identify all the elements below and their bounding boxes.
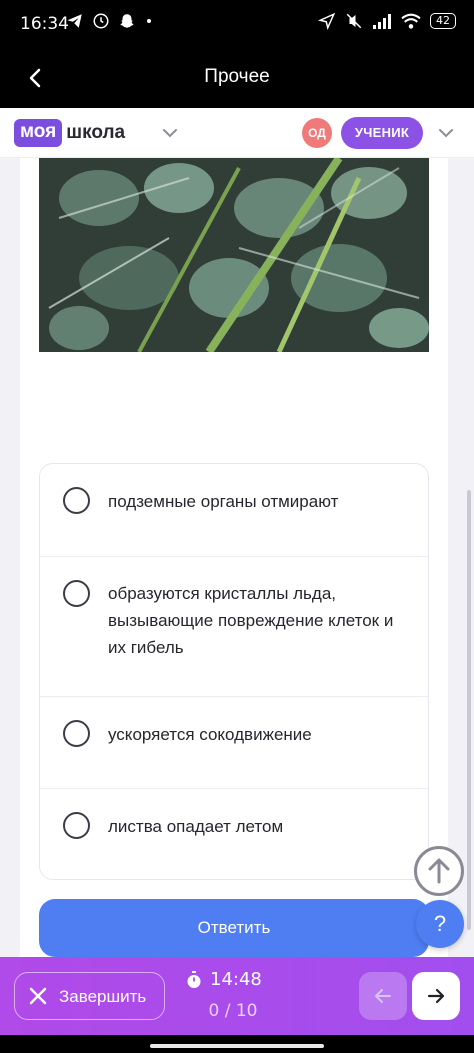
dot-icon bbox=[147, 19, 151, 23]
arrow-right-icon bbox=[427, 988, 445, 1004]
bottom-bar: Завершить 14:48 0 / 10 bbox=[0, 957, 474, 1035]
wifi-icon bbox=[401, 13, 421, 29]
help-button[interactable]: ? bbox=[416, 900, 464, 948]
battery-icon: 42 bbox=[430, 13, 456, 29]
finish-label: Завершить bbox=[59, 987, 147, 1006]
frost-clover-photo bbox=[39, 158, 429, 352]
site-logo[interactable]: моя школа bbox=[14, 119, 125, 147]
mute-icon bbox=[346, 13, 362, 29]
avatar[interactable]: ОД bbox=[302, 118, 332, 148]
previous-question-button[interactable] bbox=[359, 972, 407, 1020]
answer-label: образуются кристаллы льда, вызывающие по… bbox=[108, 584, 394, 657]
close-icon bbox=[29, 987, 47, 1005]
status-time: 16:34 bbox=[20, 14, 69, 34]
radio-button[interactable] bbox=[63, 812, 90, 839]
system-nav-bar bbox=[0, 1035, 474, 1053]
answer-option[interactable]: образуются кристаллы льда, вызывающие по… bbox=[40, 556, 428, 696]
answer-label: ускоряется сокодвижение bbox=[108, 725, 312, 744]
whatsapp-icon bbox=[93, 13, 109, 29]
finish-button[interactable]: Завершить bbox=[14, 972, 165, 1020]
system-icons: 42 bbox=[318, 12, 456, 30]
next-question-button[interactable] bbox=[412, 972, 460, 1020]
submit-answer-button[interactable]: Ответить bbox=[39, 899, 429, 957]
chevron-down-icon[interactable] bbox=[161, 124, 179, 142]
status-bar: 16:34 42 bbox=[0, 0, 474, 48]
answer-label: подземные органы отмирают bbox=[108, 492, 339, 511]
question-progress: 0 / 10 bbox=[208, 1001, 258, 1021]
answer-label: листва опадает летом bbox=[108, 817, 284, 836]
scrollbar[interactable] bbox=[467, 490, 471, 930]
logo-moya: моя bbox=[14, 119, 63, 147]
answer-option[interactable]: листва опадает летом bbox=[40, 788, 428, 879]
timer-value: 14:48 bbox=[210, 969, 262, 990]
radio-button[interactable] bbox=[63, 720, 90, 747]
answer-option[interactable]: подземные органы отмирают bbox=[40, 464, 428, 556]
timer: 14:48 bbox=[186, 969, 262, 990]
stopwatch-icon bbox=[187, 970, 201, 988]
app-bar: Прочее bbox=[0, 48, 474, 108]
role-badge[interactable]: УЧЕНИК bbox=[341, 117, 423, 149]
arrow-left-icon bbox=[375, 989, 391, 1003]
location-icon bbox=[318, 12, 336, 30]
signal-icon bbox=[373, 14, 391, 29]
radio-button[interactable] bbox=[63, 487, 90, 514]
radio-button[interactable] bbox=[63, 580, 90, 607]
chevron-down-icon[interactable] bbox=[437, 124, 455, 142]
arrow-up-icon bbox=[428, 858, 450, 884]
screen-title: Прочее bbox=[204, 66, 270, 87]
notification-icons bbox=[66, 12, 154, 30]
logo-shkola: школа bbox=[66, 122, 126, 143]
snapchat-icon bbox=[120, 14, 134, 28]
answer-options: подземные органы отмирают образуются кри… bbox=[39, 463, 429, 880]
telegram-icon bbox=[67, 14, 82, 28]
answer-option[interactable]: ускоряется сокодвижение bbox=[40, 696, 428, 788]
scroll-up-button[interactable] bbox=[414, 846, 464, 896]
home-indicator[interactable] bbox=[150, 1044, 324, 1048]
